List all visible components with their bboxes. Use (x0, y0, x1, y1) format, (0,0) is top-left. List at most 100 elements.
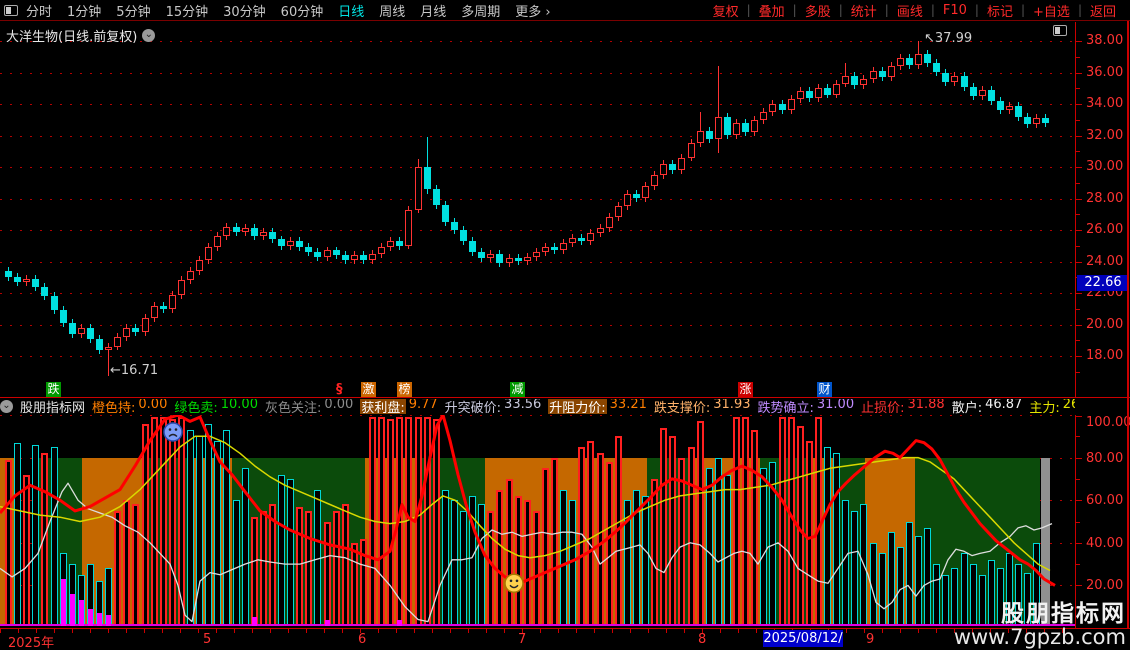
candle (824, 88, 831, 95)
price-label: 38.00 (1086, 33, 1124, 48)
window-pane-icon[interactable] (4, 4, 18, 16)
indicator-field-label: 跌势确立: (757, 401, 814, 414)
candle (41, 286, 49, 297)
menu-复权[interactable]: 复权 (705, 1, 747, 20)
indicator-field-label: 升突破价: (444, 401, 502, 414)
candle (751, 119, 759, 133)
indicator-field-value: 26.01 (1062, 399, 1075, 412)
menu-多股[interactable]: 多股 (797, 1, 839, 20)
price-tick (1076, 88, 1080, 90)
price-axis: 22.66 18.00 20.00 22.00 24.00 26.00 28.00 30.0… (1075, 22, 1130, 397)
candle (450, 222, 458, 230)
menu-F10[interactable]: F10 (935, 3, 975, 18)
cursor-date-highlight: 2025/08/12/二 (763, 630, 843, 650)
indicator-field: 绿色卖: 10.00 (174, 399, 258, 414)
candle (878, 70, 886, 78)
indicator-field: 橙色持: 0.00 (92, 399, 167, 414)
menu-统计[interactable]: 统计 (843, 1, 885, 20)
price-gridline (0, 324, 1075, 326)
price-label: 30.00 (1086, 159, 1124, 174)
candle (915, 53, 922, 65)
indicator-field-label: 主力: (1029, 401, 1060, 414)
tab-月线[interactable]: 月线 (420, 1, 446, 20)
candle (250, 228, 258, 237)
watermark-site-name: 股朋指标网 (1001, 600, 1126, 627)
candle (905, 58, 913, 65)
candle (341, 255, 349, 260)
candle (942, 72, 950, 82)
menu-叠加[interactable]: 叠加 (751, 1, 793, 20)
candle (805, 91, 813, 98)
candlestick-chart[interactable]: 大洋生物(日线.前复权) ⌄ ↖37.99 ←16.71 (0, 22, 1075, 397)
candle (523, 256, 531, 262)
candle (687, 143, 695, 158)
signal-badge-减: 减 (510, 382, 525, 397)
candle (769, 104, 777, 112)
indicator-field-value: 31.93 (713, 399, 751, 412)
indicator-panel[interactable] (0, 415, 1075, 628)
candle (551, 247, 558, 251)
tab-更多 ›[interactable]: 更多 › (515, 1, 550, 20)
candle (532, 252, 540, 257)
tab-15分钟[interactable]: 15分钟 (166, 1, 209, 20)
menu-+自选[interactable]: +自选 (1025, 1, 1078, 20)
price-gridline (0, 261, 1075, 263)
menu-标记[interactable]: 标记 (979, 1, 1021, 20)
candle (469, 241, 477, 253)
candle (214, 236, 222, 248)
watermark: 股朋指标网 www.7gpzb.com (954, 602, 1126, 648)
tab-多周期[interactable]: 多周期 (461, 1, 500, 20)
indicator-tick (1076, 457, 1082, 459)
toolbar-menu: 复权 | 叠加 | 多股 | 统计 | 画线 | F10 | 标记 | +自选 | 返回 (705, 1, 1124, 20)
candle (651, 174, 659, 186)
tab-60分钟[interactable]: 60分钟 (281, 1, 324, 20)
maximize-pane-icon[interactable] (1053, 25, 1067, 36)
price-label: 34.00 (1086, 96, 1124, 111)
candle (496, 253, 504, 264)
candle (268, 231, 276, 240)
tab-30分钟[interactable]: 30分钟 (223, 1, 266, 20)
time-label: 6 (358, 632, 367, 647)
panel-separator (0, 397, 1130, 398)
price-tick (1076, 230, 1082, 231)
chart-title-row: 大洋生物(日线.前复权) ⌄ (6, 26, 156, 45)
price-label: 36.00 (1086, 64, 1124, 80)
tab-周线[interactable]: 周线 (379, 1, 405, 20)
indicator-field-label: 升阻力价: (548, 399, 607, 414)
candle (705, 130, 713, 139)
candle (605, 217, 613, 229)
collapse-chevron-icon[interactable]: ⌄ (0, 400, 13, 413)
candle (396, 241, 404, 246)
candle (232, 226, 240, 232)
candle (32, 278, 40, 287)
signal-badge-激: 激 (361, 382, 376, 397)
menu-返回[interactable]: 返回 (1082, 1, 1124, 20)
price-tick (1076, 214, 1080, 216)
candle (660, 163, 668, 175)
tab-分时[interactable]: 分时 (26, 1, 52, 20)
tab-1分钟[interactable]: 1分钟 (67, 1, 101, 20)
sad-face-icon (163, 422, 183, 442)
candle (159, 305, 167, 309)
indicator-field: 升阻力价: 33.21 (548, 399, 647, 414)
arrow-up-left-icon: ↖ (924, 31, 935, 46)
tab-5分钟[interactable]: 5分钟 (116, 1, 150, 20)
tab-日线[interactable]: 日线 (338, 1, 364, 20)
price-tick (1076, 293, 1082, 294)
indicator-field-value: 0.00 (138, 399, 168, 412)
candle (187, 270, 194, 281)
chevron-down-icon[interactable]: ⌄ (142, 29, 156, 42)
candle (760, 111, 768, 120)
candle-wick (717, 66, 719, 153)
candle (669, 163, 677, 171)
candle (887, 66, 895, 78)
candle (323, 250, 331, 257)
watermark-url: www.7gpzb.com (953, 624, 1126, 649)
menu-画线[interactable]: 画线 (889, 1, 931, 20)
price-gridline (0, 230, 1075, 231)
price-gridline (0, 104, 1075, 105)
indicator-axis-label: 80.00 (1086, 450, 1124, 466)
price-tick (1076, 182, 1080, 184)
signal-badge-财: 财 (817, 382, 832, 397)
candle (960, 75, 968, 87)
